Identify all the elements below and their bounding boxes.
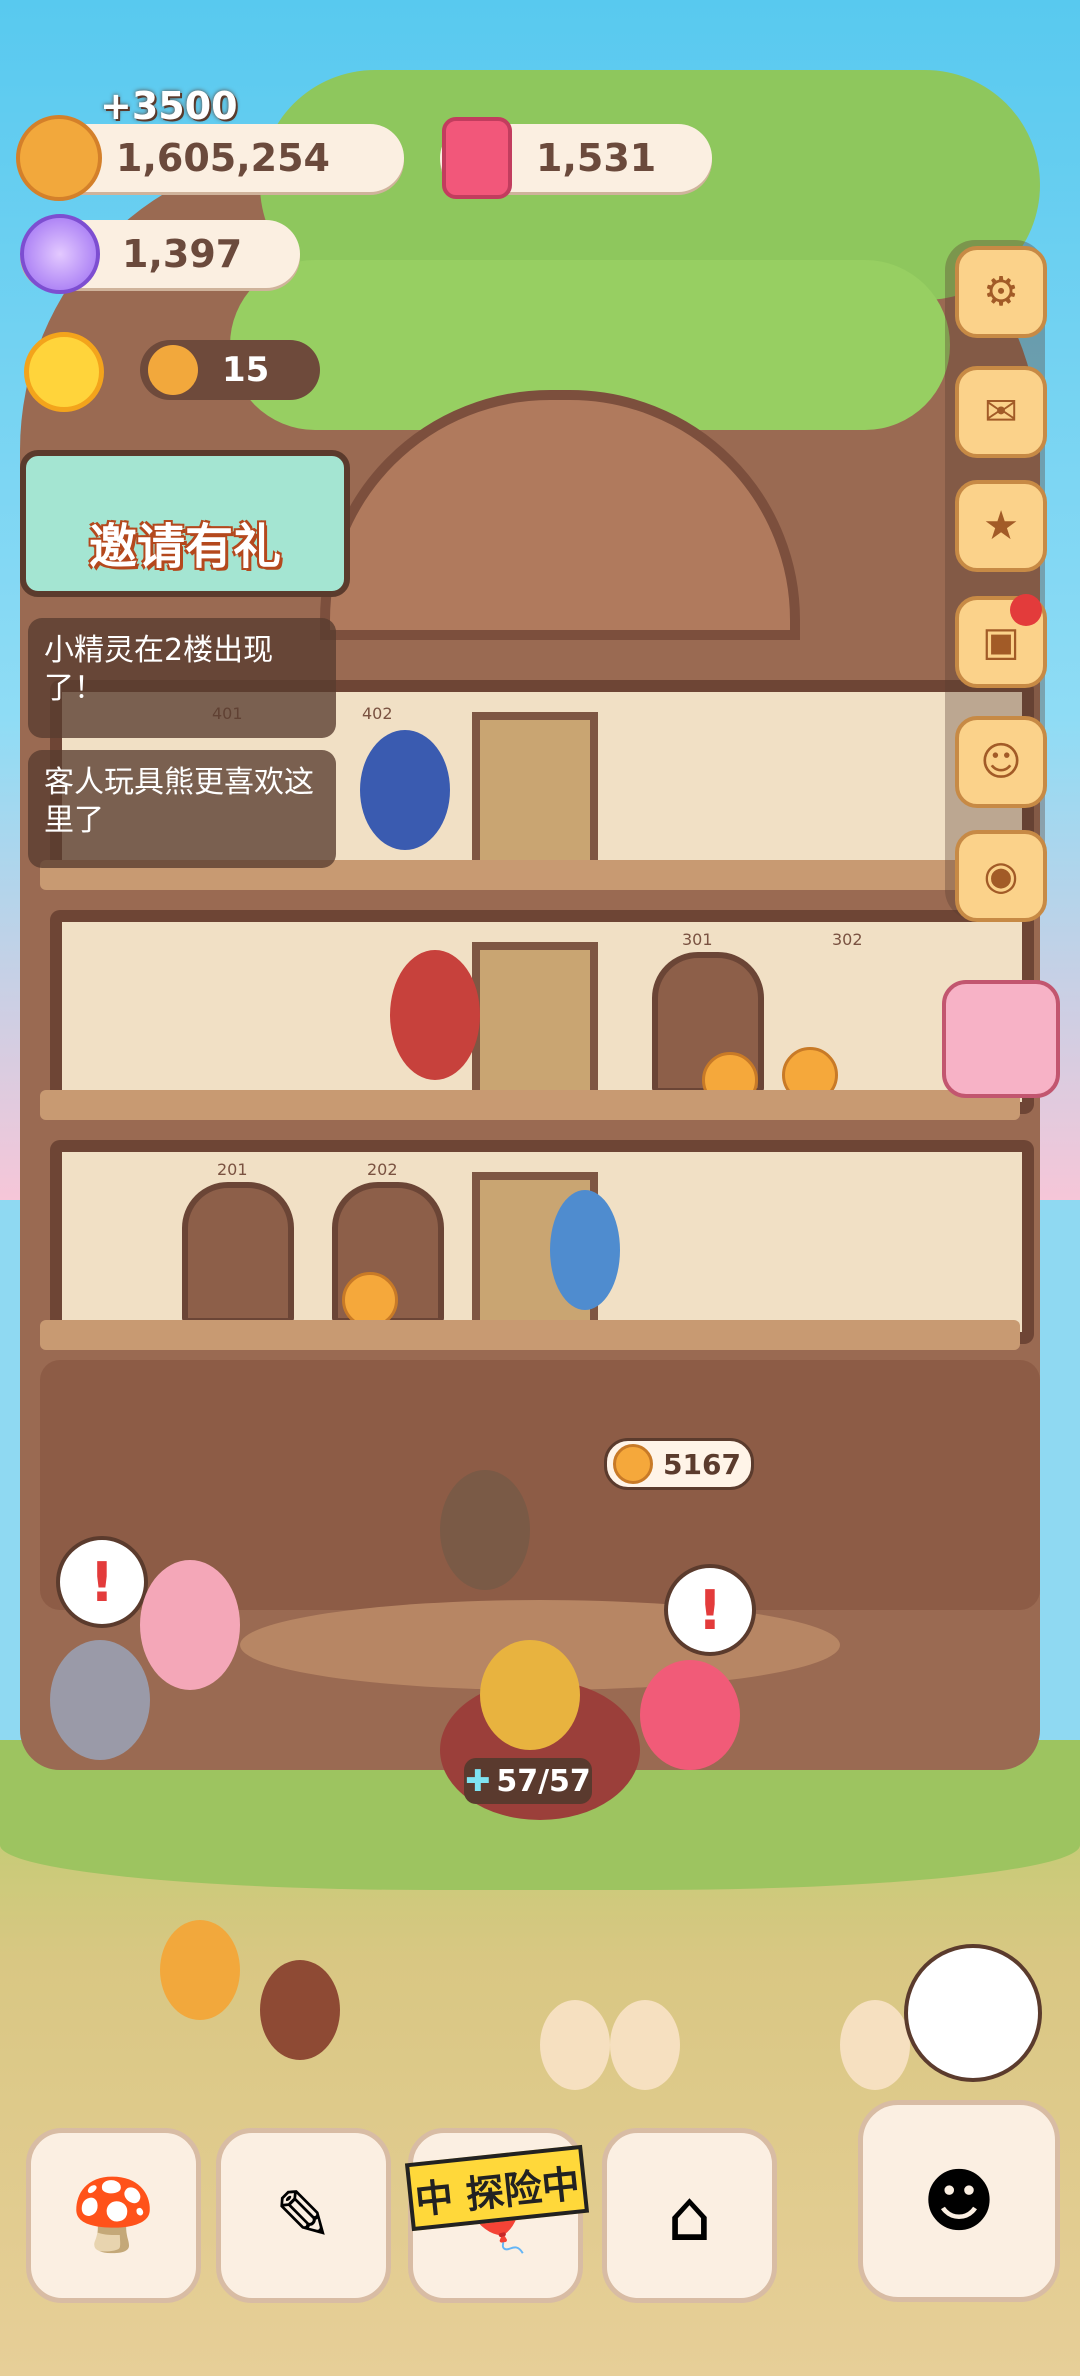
red-currency-value: 1,531 [536, 136, 657, 180]
coin-value: 1,605,254 [116, 136, 330, 180]
notification-message: 客人玩具熊更喜欢这里了 [28, 750, 336, 868]
camera-icon[interactable]: ◉ [955, 830, 1047, 922]
guest-character[interactable] [390, 950, 480, 1080]
energy-value: 57/57 [496, 1763, 591, 1799]
gem-counter[interactable]: 1,397 [20, 214, 300, 294]
gear-icon[interactable]: ⚙ [955, 246, 1047, 338]
bulletin-counter-value: 5167 [663, 1447, 741, 1481]
pet-button[interactable]: ☻ [858, 2100, 1060, 2302]
elevator-door [472, 942, 598, 1098]
energy-counter[interactable]: ✚ 57/57 [464, 1758, 592, 1804]
side-toolbar [945, 240, 1045, 920]
alert-bubble-icon[interactable]: ! [56, 1536, 148, 1628]
floor-3-deck [40, 1090, 1020, 1120]
floor-3[interactable]: 301 302 [50, 910, 1034, 1114]
helper-count-value: 15 [222, 350, 270, 390]
pink-fish-pet-icon: ☻ [922, 2160, 996, 2242]
cookie-helper[interactable] [840, 2000, 910, 2090]
ice-cream-event-icon[interactable] [942, 980, 1060, 1098]
receptionist-character[interactable] [480, 1640, 580, 1750]
coin-counter[interactable]: 1,605,254 [16, 115, 404, 201]
sun-icon [24, 332, 104, 412]
cookie-helper[interactable] [610, 2000, 680, 2090]
market-stall-icon: ⌂ [667, 2174, 712, 2257]
guest-character[interactable] [360, 730, 450, 850]
hammer-house-icon: 🍄 [69, 2174, 158, 2256]
cookie-coin-icon [16, 115, 102, 201]
heart-notebook-icon: ✎ [274, 2174, 333, 2257]
star-shop-icon[interactable]: ★ [955, 480, 1047, 572]
gem-value: 1,397 [122, 232, 243, 276]
room-number-202: 202 [367, 1160, 398, 1179]
red-cube-icon [442, 117, 512, 199]
invite-reward-button[interactable]: 邀请有礼 [20, 450, 350, 597]
invite-reward-label: 邀请有礼 [88, 519, 281, 575]
cookie-helper[interactable] [160, 1920, 240, 2020]
helper-counter[interactable]: 15 [140, 340, 320, 400]
ghost-icon[interactable]: ☺ [955, 716, 1047, 808]
cookie-helper-icon [148, 345, 198, 395]
red-currency-counter[interactable]: 1,531 [440, 117, 712, 199]
build-button[interactable]: 🍄 [26, 2128, 201, 2303]
room-number-302: 302 [832, 930, 863, 949]
mouse-character[interactable] [50, 1640, 150, 1760]
cookie-helper[interactable] [260, 1960, 340, 2060]
notification-text: 小精灵在2楼出现了！ [44, 633, 274, 706]
alert-bubble-icon[interactable]: ! [664, 1564, 756, 1656]
cookie-helper[interactable] [540, 2000, 610, 2090]
room-number-402: 402 [362, 704, 393, 723]
room-door-201[interactable] [182, 1182, 294, 1324]
bulletin-counter[interactable]: 5167 [604, 1438, 754, 1490]
floor-2-deck [40, 1320, 1020, 1350]
notification-dot [1010, 594, 1042, 626]
notification-message: 小精灵在2楼出现了！ [28, 618, 336, 738]
diary-button[interactable]: ✎ [216, 2128, 391, 2303]
coin-icon [613, 1444, 653, 1484]
floor-2[interactable]: 201 202 [50, 1140, 1034, 1344]
sun-button[interactable] [24, 332, 104, 412]
character-hint-bubble[interactable] [904, 1944, 1042, 2082]
notification-text: 客人玩具熊更喜欢这里了 [44, 765, 314, 838]
guest-character[interactable] [550, 1190, 620, 1310]
teddy-bear-guest[interactable] [440, 1470, 530, 1590]
shop-button[interactable]: ⌂ [602, 2128, 777, 2303]
tv-character[interactable] [640, 1660, 740, 1770]
maid-character[interactable] [140, 1560, 240, 1690]
stamp-icon[interactable]: ✉ [955, 366, 1047, 458]
room-number-301: 301 [682, 930, 713, 949]
coin-gain-text: +3500 [100, 84, 238, 128]
room-number-201: 201 [217, 1160, 248, 1179]
elevator-door [472, 712, 598, 868]
energy-icon: ✚ [465, 1763, 491, 1799]
purple-gem-icon [20, 214, 100, 294]
